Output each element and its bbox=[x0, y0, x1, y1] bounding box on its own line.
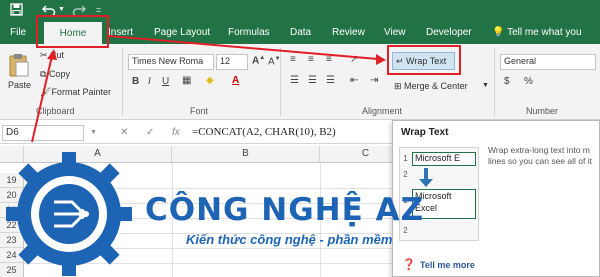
watermark-title: CÔNG NGHỆ AZ bbox=[145, 192, 425, 228]
watermark-subtitle: Kiến thức công nghệ - phần mềm bbox=[186, 232, 393, 247]
arrowhead-icon bbox=[47, 49, 57, 60]
arrow-to-home-tab bbox=[31, 55, 53, 143]
arrowhead-icon bbox=[376, 54, 386, 65]
arrow-to-wrap-text bbox=[108, 35, 379, 60]
gear-logo-icon bbox=[6, 152, 132, 276]
